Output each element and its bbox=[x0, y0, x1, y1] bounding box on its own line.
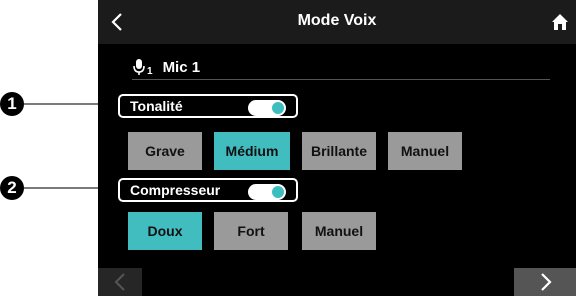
callout-1: 1 bbox=[0, 92, 24, 116]
header-bar: Mode Voix bbox=[98, 0, 576, 44]
switch-knob bbox=[272, 186, 284, 198]
tonalite-toggle-row[interactable]: Tonalité bbox=[118, 94, 298, 118]
button-label: Manuel bbox=[314, 223, 364, 239]
compresseur-switch[interactable] bbox=[248, 184, 286, 200]
button-label: Doux bbox=[147, 223, 183, 239]
chevron-left-icon bbox=[114, 273, 125, 291]
tonalite-brillante-button[interactable]: Brillante bbox=[302, 132, 376, 170]
chevron-right-icon bbox=[541, 273, 552, 291]
channel-name: Mic 1 bbox=[162, 58, 201, 76]
compresseur-label: Compresseur bbox=[130, 182, 221, 198]
button-label: Brillante bbox=[310, 143, 367, 159]
microphone-icon bbox=[133, 59, 145, 75]
button-label: Fort bbox=[237, 223, 265, 239]
button-label: Manuel bbox=[400, 143, 450, 159]
compresseur-fort-button[interactable]: Fort bbox=[214, 212, 288, 250]
tonalite-switch[interactable] bbox=[248, 100, 286, 116]
page-title: Mode Voix bbox=[297, 12, 377, 29]
callout-2: 2 bbox=[0, 176, 24, 200]
tonalite-label: Tonalité bbox=[130, 98, 183, 114]
compresseur-doux-button[interactable]: Doux bbox=[128, 212, 202, 250]
callout-number: 1 bbox=[7, 94, 17, 113]
divider bbox=[132, 79, 550, 80]
button-label: Médium bbox=[225, 143, 279, 159]
compresseur-manuel-button[interactable]: Manuel bbox=[302, 212, 376, 250]
button-label: Grave bbox=[145, 143, 185, 159]
tonalite-manuel-button[interactable]: Manuel bbox=[388, 132, 462, 170]
next-page-button[interactable] bbox=[514, 268, 576, 296]
channel-subscript: 1 bbox=[147, 65, 153, 77]
switch-knob bbox=[272, 102, 284, 114]
device-screen: Mode Voix 1 Mic 1 Tonalité Grave Médium … bbox=[98, 0, 576, 296]
prev-page-button[interactable] bbox=[98, 268, 142, 296]
channel-label: 1 Mic 1 bbox=[132, 58, 201, 77]
tonalite-medium-button[interactable]: Médium bbox=[214, 132, 290, 170]
home-icon[interactable] bbox=[550, 12, 570, 32]
tonalite-grave-button[interactable]: Grave bbox=[128, 132, 202, 170]
compresseur-toggle-row[interactable]: Compresseur bbox=[118, 178, 298, 202]
callout-number: 2 bbox=[7, 178, 17, 197]
